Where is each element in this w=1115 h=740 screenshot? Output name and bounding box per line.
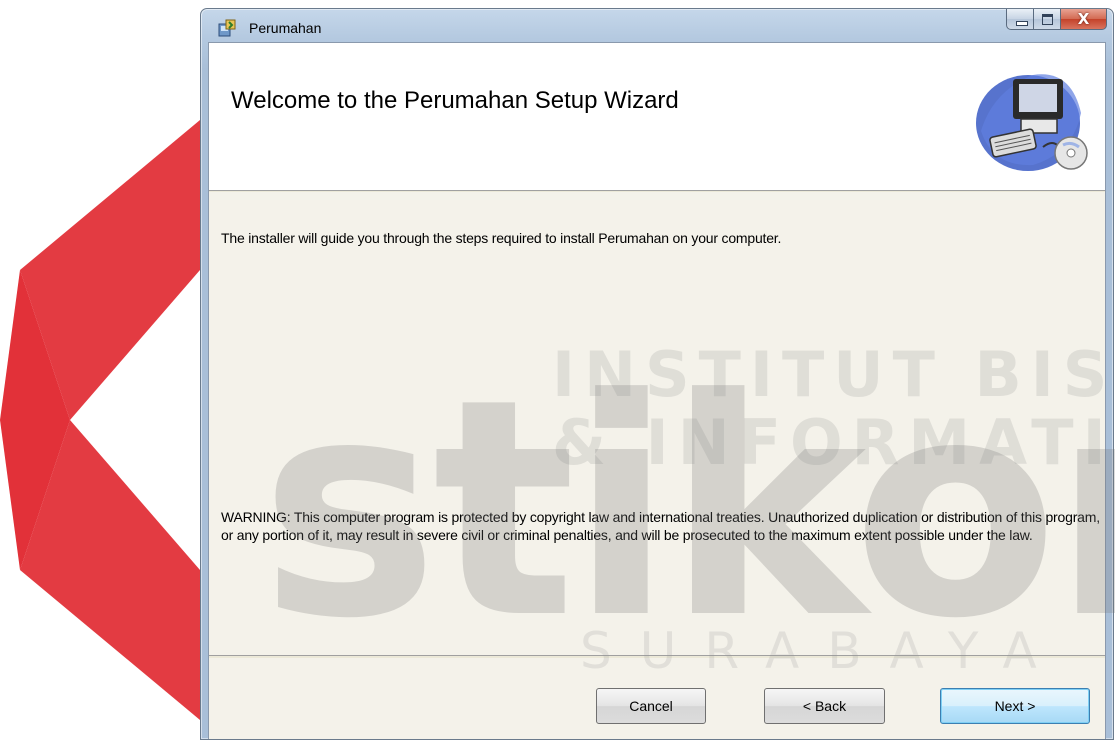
setup-window: Perumahan X Welcome to the Perumahan Set… <box>200 8 1114 740</box>
content-area: The installer will guide you through the… <box>209 192 1105 655</box>
intro-text: The installer will guide you through the… <box>221 230 782 246</box>
dialog-client-area: Welcome to the Perumahan Setup Wizard Th… <box>208 42 1106 739</box>
caption-buttons: X <box>1006 9 1107 30</box>
close-icon: X <box>1077 10 1090 28</box>
next-button[interactable]: Next > <box>940 688 1090 724</box>
close-button[interactable]: X <box>1061 9 1107 30</box>
window-title: Perumahan <box>249 20 322 36</box>
computer-cd-clipart-icon <box>976 74 1088 171</box>
button-bar: Cancel < Back Next > <box>209 658 1105 739</box>
back-button[interactable]: < Back <box>764 688 885 724</box>
title-bar[interactable]: Perumahan X <box>201 9 1113 43</box>
copyright-warning: WARNING: This computer program is protec… <box>221 509 1100 543</box>
banner-title: Welcome to the Perumahan Setup Wizard <box>231 87 679 114</box>
maximize-button[interactable] <box>1034 9 1061 30</box>
installer-icon <box>218 19 236 37</box>
minimize-button[interactable] <box>1006 9 1034 30</box>
banner: Welcome to the Perumahan Setup Wizard <box>209 43 1105 191</box>
cancel-button[interactable]: Cancel <box>596 688 706 724</box>
